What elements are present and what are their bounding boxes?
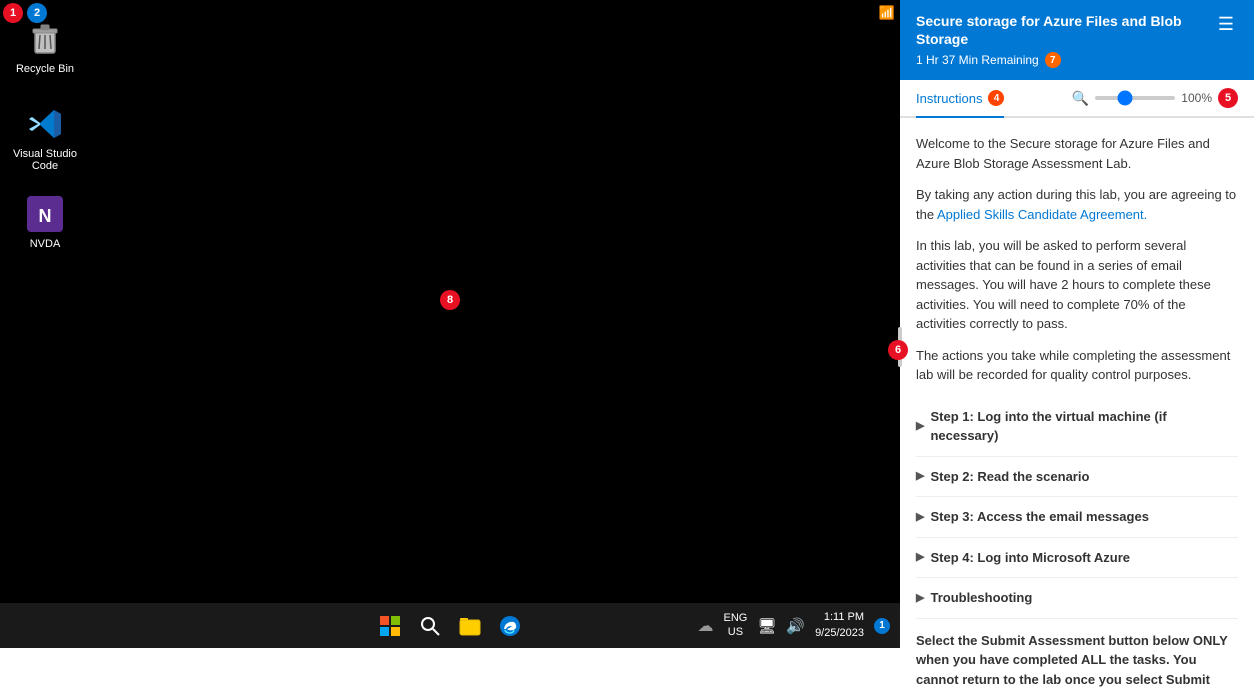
vscode-label: Visual Studio Code — [9, 148, 81, 172]
badge-5: 5 — [1218, 88, 1238, 108]
intro-text: Welcome to the Secure storage for Azure … — [916, 134, 1238, 173]
main-layout: 📶 1 2 Recycle Bin — [0, 0, 1254, 693]
vscode-icon[interactable]: Visual Studio Code — [5, 100, 85, 176]
tab-instructions[interactable]: Instructions 4 — [916, 80, 1004, 118]
step-3-item[interactable]: ▶ Step 3: Access the email messages — [916, 497, 1238, 538]
panel-subtitle: 1 Hr 37 Min Remaining 7 — [916, 52, 1214, 68]
recycle-bin-icon[interactable]: Recycle Bin — [5, 15, 85, 79]
volume-icon: 🔊 — [786, 617, 805, 635]
date-display: 9/25/2023 — [815, 626, 864, 641]
edge-button[interactable] — [494, 610, 526, 642]
signal-icon: 📶 — [879, 5, 895, 21]
language-display: ENG US — [723, 612, 747, 638]
recycle-bin-image — [25, 19, 65, 59]
panel-tabs: Instructions 4 🔍 100% 5 — [900, 80, 1254, 118]
steps-list: ▶ Step 1: Log into the virtual machine (… — [916, 397, 1238, 619]
step-1-label: Step 1: Log into the virtual machine (if… — [930, 407, 1238, 446]
step-4-label: Step 4: Log into Microsoft Azure — [930, 548, 1130, 568]
search-button[interactable] — [414, 610, 446, 642]
start-button[interactable] — [374, 610, 406, 642]
troubleshoot-label: Troubleshooting — [930, 588, 1032, 608]
taskbar-right: ☁ ENG US 🖥 🔊 1:11 PM 9/25/2023 1 — [697, 610, 890, 641]
nvda-label: NVDA — [30, 238, 61, 250]
hamburger-menu-button[interactable]: ☰ — [1214, 12, 1238, 37]
recording-text: The actions you take while completing th… — [916, 346, 1238, 385]
language-code: ENG — [723, 612, 747, 625]
step-1-item[interactable]: ▶ Step 1: Log into the virtual machine (… — [916, 397, 1238, 457]
badge-6: 6 — [888, 340, 908, 360]
panel-title: Secure storage for Azure Files and Blob … — [916, 12, 1214, 48]
desktop: 📶 1 2 Recycle Bin — [0, 0, 900, 648]
clock-display: 1:11 PM 9/25/2023 — [815, 610, 864, 641]
zoom-value: 100% — [1181, 91, 1212, 105]
nvda-icon[interactable]: N NVDA — [5, 190, 85, 254]
time-remaining-text: 1 Hr 37 Min Remaining — [916, 53, 1039, 67]
nvda-image: N — [25, 194, 65, 234]
badge-6-container: 6 — [888, 340, 908, 360]
badge-8: 8 — [440, 290, 460, 310]
badge-1: 1 — [3, 3, 23, 23]
step-2-item[interactable]: ▶ Step 2: Read the scenario — [916, 457, 1238, 498]
language-region: US — [723, 626, 747, 639]
file-explorer-button[interactable] — [454, 610, 486, 642]
time-badge: 7 — [1045, 52, 1061, 68]
cloud-icon: ☁ — [697, 616, 713, 636]
right-panel: 6 Secure storage for Azure Files and Blo… — [900, 0, 1254, 693]
step-3-arrow: ▶ — [916, 509, 924, 526]
recycle-bin-label: Recycle Bin — [16, 63, 74, 75]
taskbar-center-icons — [374, 610, 526, 642]
panel-content: Welcome to the Secure storage for Azure … — [900, 118, 1254, 693]
troubleshoot-item[interactable]: ▶ Troubleshooting — [916, 578, 1238, 619]
system-tray-top: 📶 — [879, 5, 895, 21]
top-badges: 1 2 — [3, 3, 47, 23]
step-4-item[interactable]: ▶ Step 4: Log into Microsoft Azure — [916, 538, 1238, 579]
taskbar: ☁ ENG US 🖥 🔊 1:11 PM 9/25/2023 1 — [0, 603, 900, 648]
tab-instructions-label: Instructions — [916, 91, 982, 106]
panel-header: Secure storage for Azure Files and Blob … — [900, 0, 1254, 80]
activity-text: In this lab, you will be asked to perfor… — [916, 236, 1238, 334]
badge-2: 2 — [27, 3, 47, 23]
panel-header-content: Secure storage for Azure Files and Blob … — [916, 12, 1214, 68]
step-2-arrow: ▶ — [916, 468, 924, 485]
agreement-paragraph: By taking any action during this lab, yo… — [916, 185, 1238, 224]
vscode-image — [25, 104, 65, 144]
svg-text:N: N — [39, 206, 52, 226]
step-4-arrow: ▶ — [916, 549, 924, 566]
notification-badge[interactable]: 1 — [874, 618, 890, 634]
search-icon[interactable]: 🔍 — [1072, 90, 1089, 107]
step-1-arrow: ▶ — [916, 418, 924, 435]
monitor-icon: 🖥 — [757, 617, 776, 635]
zoom-control: 🔍 100% 5 — [1072, 88, 1238, 108]
tab-instructions-badge: 4 — [988, 90, 1004, 106]
troubleshoot-arrow: ▶ — [916, 590, 924, 607]
step-3-label: Step 3: Access the email messages — [930, 507, 1148, 527]
time-display: 1:11 PM — [815, 610, 864, 625]
badge-8-container: 8 — [440, 290, 460, 310]
zoom-slider[interactable] — [1095, 96, 1175, 100]
step-2-label: Step 2: Read the scenario — [930, 467, 1089, 487]
warning-text: Select the Submit Assessment button belo… — [916, 631, 1238, 693]
agreement-link[interactable]: Applied Skills Candidate Agreement. — [937, 207, 1147, 222]
